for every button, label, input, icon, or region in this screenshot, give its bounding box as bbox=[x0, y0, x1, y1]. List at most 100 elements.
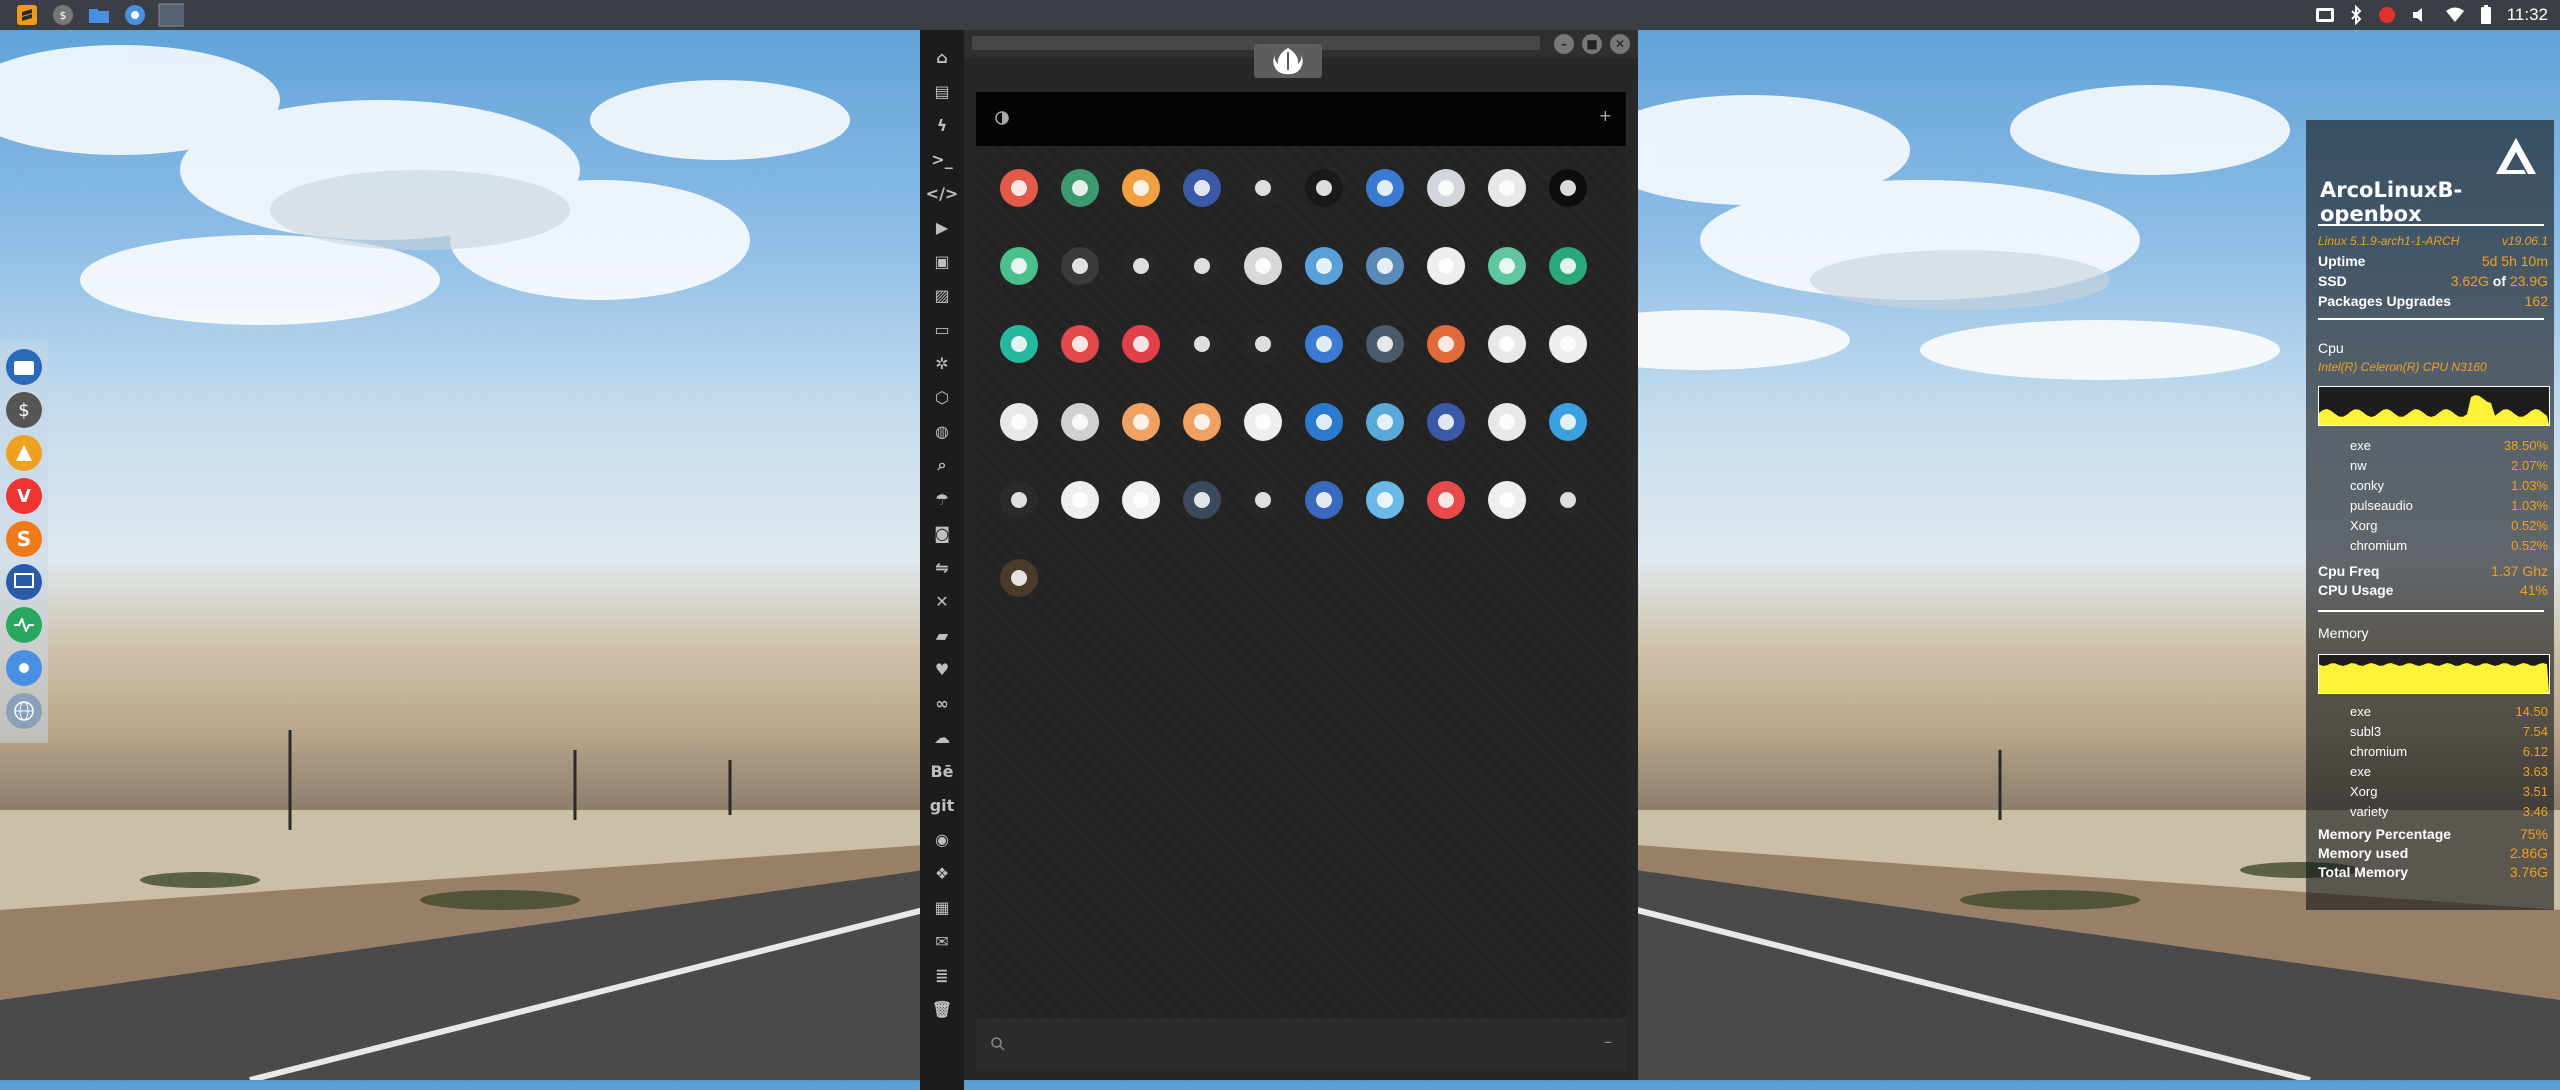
umbrella-icon[interactable]: ☂ bbox=[927, 482, 957, 516]
disk-usage-icon[interactable] bbox=[1415, 400, 1476, 478]
notification-icon[interactable] bbox=[2377, 5, 2397, 25]
sublime-arrow-icon[interactable] bbox=[1232, 166, 1293, 244]
weather-icon[interactable] bbox=[1537, 400, 1598, 478]
collapse-icon[interactable]: – bbox=[1604, 1032, 1612, 1051]
cubes-icon[interactable]: ❖ bbox=[927, 856, 957, 890]
clock[interactable]: 11:32 bbox=[2507, 5, 2548, 25]
color-picker-icon[interactable] bbox=[1415, 322, 1476, 400]
book-icon[interactable] bbox=[1354, 244, 1415, 322]
text-file-icon[interactable] bbox=[1537, 322, 1598, 400]
warning-icon[interactable] bbox=[988, 166, 1049, 244]
home-icon[interactable]: ⌂ bbox=[927, 40, 957, 74]
video-icon[interactable] bbox=[1537, 244, 1598, 322]
screen-icon[interactable] bbox=[6, 564, 42, 600]
trash-icon[interactable]: 🗑 bbox=[927, 992, 957, 1026]
terminal-app-icon[interactable] bbox=[1293, 166, 1354, 244]
code-icon[interactable]: </> bbox=[926, 176, 959, 210]
earth-icon[interactable] bbox=[1293, 478, 1354, 556]
world-map-icon[interactable] bbox=[1293, 244, 1354, 322]
equalizer-icon[interactable] bbox=[988, 478, 1049, 556]
play-app-icon[interactable] bbox=[988, 322, 1049, 400]
screenshot-icon[interactable] bbox=[2315, 6, 2335, 24]
google-drive-icon[interactable] bbox=[1476, 478, 1537, 556]
github-icon[interactable]: ◉ bbox=[927, 822, 957, 856]
ironman-icon[interactable] bbox=[1171, 322, 1232, 400]
sublime-icon[interactable] bbox=[14, 3, 40, 27]
play-icon[interactable]: ▶ bbox=[927, 210, 957, 244]
close-app-icon[interactable] bbox=[1110, 322, 1171, 400]
web-browser-icon[interactable] bbox=[1354, 166, 1415, 244]
pyramid-icon[interactable] bbox=[1537, 478, 1598, 556]
image-viewer-icon[interactable] bbox=[1171, 400, 1232, 478]
sync-icon[interactable]: ⇋ bbox=[927, 550, 957, 584]
rebel-logo-tab[interactable] bbox=[1254, 44, 1322, 78]
fonts-icon[interactable] bbox=[988, 400, 1049, 478]
close-button[interactable]: ✕ bbox=[1610, 34, 1630, 54]
theme-toggle-icon[interactable] bbox=[994, 110, 1010, 126]
money-icon[interactable]: $ bbox=[50, 3, 76, 27]
yandex-icon[interactable] bbox=[1049, 166, 1110, 244]
mail-icon[interactable]: ✉ bbox=[927, 924, 957, 958]
files-icon[interactable] bbox=[6, 349, 42, 385]
calendar-icon[interactable] bbox=[1049, 478, 1110, 556]
chemistry-icon[interactable] bbox=[1476, 322, 1537, 400]
umbrella-app-icon[interactable] bbox=[1476, 400, 1537, 478]
list-icon[interactable] bbox=[1049, 400, 1110, 478]
health-icon[interactable] bbox=[6, 607, 42, 643]
calculator-icon[interactable] bbox=[1354, 322, 1415, 400]
starfleet-icon[interactable] bbox=[1110, 244, 1171, 322]
globe-icon[interactable] bbox=[6, 693, 42, 729]
folder-icon[interactable] bbox=[86, 3, 112, 27]
gmail-icon[interactable] bbox=[1415, 478, 1476, 556]
search-icon[interactable] bbox=[990, 1036, 1006, 1052]
document-icon[interactable]: ▤ bbox=[927, 74, 957, 108]
hourglass-icon[interactable] bbox=[1171, 166, 1232, 244]
mail-app-icon[interactable] bbox=[1354, 478, 1415, 556]
workspace-icon[interactable] bbox=[158, 3, 184, 27]
clock-icon[interactable] bbox=[1171, 478, 1232, 556]
vivaldi-icon[interactable]: V bbox=[6, 478, 42, 514]
colors-icon[interactable] bbox=[1232, 478, 1293, 556]
terminal-icon[interactable]: >_ bbox=[927, 142, 957, 176]
settings-icon[interactable]: ✲ bbox=[927, 346, 957, 380]
document-app-icon[interactable] bbox=[1110, 400, 1171, 478]
cloud-icon[interactable]: ☁ bbox=[927, 720, 957, 754]
heart-icon[interactable]: ♥ bbox=[927, 652, 957, 686]
github-app-icon[interactable] bbox=[1049, 244, 1110, 322]
moon-icon[interactable] bbox=[1232, 244, 1293, 322]
terminal-dark-icon[interactable] bbox=[1537, 166, 1598, 244]
death-star-icon[interactable] bbox=[1171, 244, 1232, 322]
chromium-icon[interactable] bbox=[6, 650, 42, 686]
globe-icon[interactable]: ◍ bbox=[927, 414, 957, 448]
disk-icon[interactable] bbox=[1415, 166, 1476, 244]
youtube-icon[interactable]: ▰ bbox=[927, 618, 957, 652]
git-icon[interactable]: git bbox=[927, 788, 957, 822]
search-icon[interactable]: ⌕ bbox=[927, 448, 957, 482]
image-icon[interactable]: ▨ bbox=[927, 278, 957, 312]
notepad-icon[interactable] bbox=[1415, 244, 1476, 322]
vlc-icon[interactable] bbox=[6, 435, 42, 471]
fullscreen-icon[interactable]: ✕ bbox=[927, 584, 957, 618]
minimize-button[interactable]: – bbox=[1554, 34, 1574, 54]
wifi-icon[interactable] bbox=[2445, 5, 2465, 25]
id-card-icon[interactable]: ▭ bbox=[927, 312, 957, 346]
chromium-icon[interactable] bbox=[122, 3, 148, 27]
radio-icon[interactable] bbox=[988, 556, 1049, 634]
maximize-button[interactable]: ■ bbox=[1582, 34, 1602, 54]
creative-cloud-icon[interactable]: ∞ bbox=[927, 686, 957, 720]
search-app-icon[interactable] bbox=[1110, 166, 1171, 244]
calendar-alt-icon[interactable] bbox=[1110, 478, 1171, 556]
media-icon[interactable]: ▣ bbox=[927, 244, 957, 278]
lightning-icon[interactable]: ϟ bbox=[927, 108, 957, 142]
cloud-lock-icon[interactable] bbox=[988, 244, 1049, 322]
server-icon[interactable]: ≣ bbox=[927, 958, 957, 992]
bluetooth-icon[interactable] bbox=[2349, 5, 2363, 25]
add-icon[interactable]: + bbox=[1599, 106, 1612, 125]
presentation-icon[interactable] bbox=[1232, 400, 1293, 478]
video-player-icon[interactable] bbox=[1049, 322, 1110, 400]
launcher-search-bar[interactable]: + bbox=[976, 92, 1626, 146]
hexagon-icon[interactable]: ⬡ bbox=[927, 380, 957, 414]
map-icon[interactable]: ▦ bbox=[927, 890, 957, 924]
window-icon[interactable] bbox=[1476, 166, 1537, 244]
translate-icon[interactable] bbox=[1293, 322, 1354, 400]
